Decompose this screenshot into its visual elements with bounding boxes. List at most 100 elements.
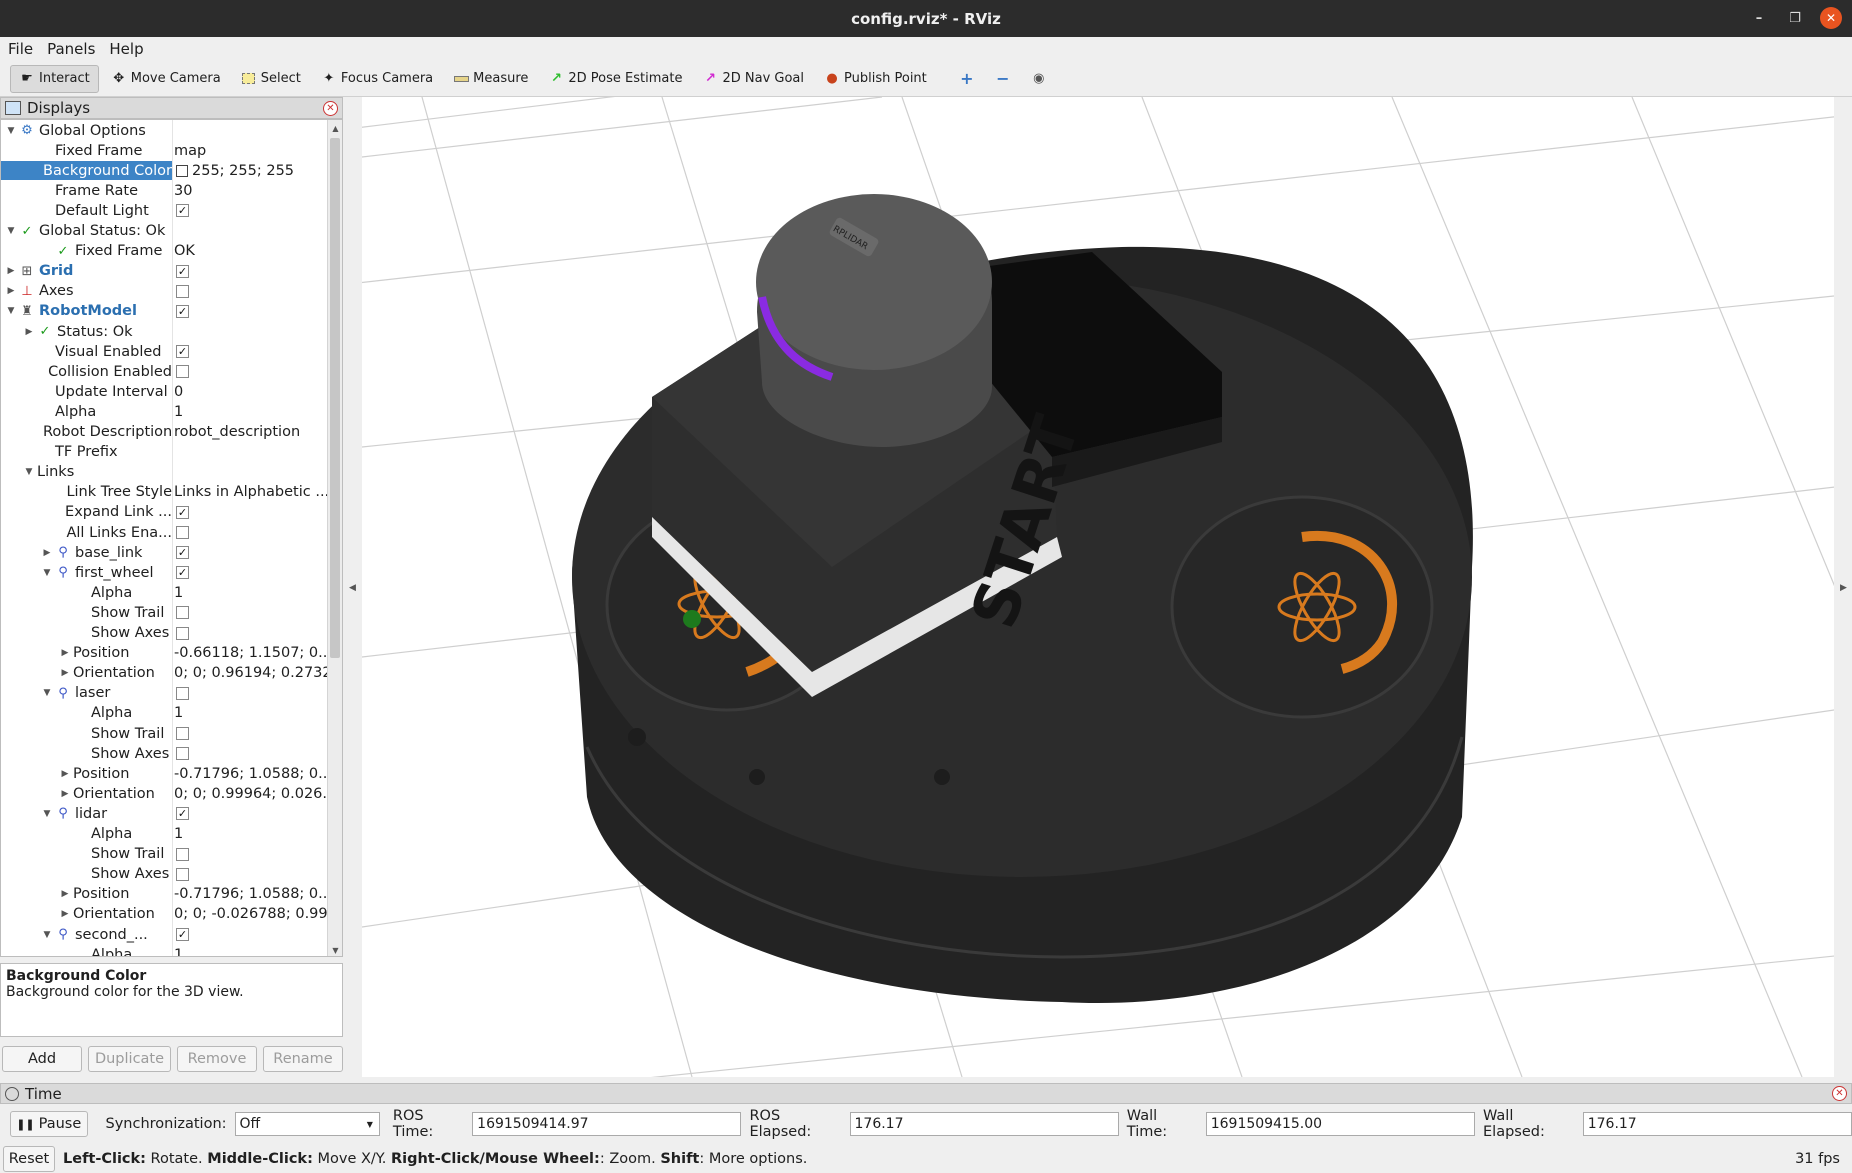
tree-row[interactable]: Alpha 1 — [1, 704, 327, 723]
property-name-cell[interactable]: Robot Description — [1, 423, 172, 442]
checkbox-unchecked[interactable] — [176, 626, 189, 640]
menu-panels[interactable]: Panels — [47, 40, 95, 58]
tree-row[interactable]: Update Interval 0 — [1, 382, 327, 401]
tree-row[interactable]: Show Trail — [1, 845, 327, 864]
expand-right-icon[interactable]: ▶ — [59, 668, 71, 678]
tree-row[interactable]: All Links Ena... — [1, 523, 327, 542]
property-value-cell[interactable] — [174, 744, 327, 763]
property-name-cell[interactable]: ▼ ♜ RobotModel — [1, 302, 172, 321]
property-value-cell[interactable]: ✓ — [174, 563, 327, 582]
property-name-cell[interactable]: ▶ Orientation — [1, 664, 172, 683]
property-value-cell[interactable] — [174, 845, 327, 864]
property-value-cell[interactable]: ✓ — [174, 925, 327, 944]
property-name-cell[interactable]: Collision Enabled — [1, 362, 172, 381]
property-value-cell[interactable] — [174, 443, 327, 462]
menu-file[interactable]: File — [8, 40, 33, 58]
rename-button[interactable]: Rename — [263, 1046, 343, 1072]
checkbox-unchecked[interactable] — [176, 867, 189, 881]
tree-row[interactable]: ▶ Orientation 0; 0; 0.99964; 0.026... — [1, 784, 327, 803]
tree-row[interactable]: ▼ ⚲ lidar ✓ — [1, 804, 327, 823]
tree-row[interactable]: Alpha 1 — [1, 402, 327, 421]
property-value-cell[interactable]: ✓ — [174, 201, 327, 220]
publish-point-tool-button[interactable]: ● Publish Point — [816, 65, 935, 93]
property-name-cell[interactable]: All Links Ena... — [1, 523, 172, 542]
panel-close-icon[interactable]: ✕ — [323, 101, 338, 116]
property-name-cell[interactable]: Update Interval — [1, 382, 172, 401]
property-value-cell[interactable]: 1 — [174, 402, 327, 421]
sync-select[interactable]: Off ▼ — [234, 1112, 380, 1136]
property-name-cell[interactable]: Alpha — [1, 583, 172, 602]
menu-help[interactable]: Help — [109, 40, 143, 58]
property-name-cell[interactable]: Show Axes — [1, 624, 172, 643]
tree-row[interactable]: ▼ ⚲ first_wheel ✓ — [1, 563, 327, 582]
pose-estimate-tool-button[interactable]: ↗ 2D Pose Estimate — [540, 65, 690, 93]
tree-row[interactable]: Frame Rate 30 — [1, 181, 327, 200]
tree-row[interactable]: ▶ ⚲ base_link ✓ — [1, 543, 327, 562]
property-value-cell[interactable] — [174, 684, 327, 703]
displays-tree[interactable]: ▼ ⚙ Global Options Fixed Frame map Background… — [0, 119, 343, 957]
property-name-cell[interactable]: ▶ Position — [1, 885, 172, 904]
property-name-cell[interactable]: ▶ Position — [1, 644, 172, 663]
checkbox-unchecked[interactable] — [176, 606, 189, 620]
property-name-cell[interactable]: Default Light — [1, 201, 172, 220]
checkbox-unchecked[interactable] — [176, 847, 189, 861]
property-value-cell[interactable]: 0; 0; 0.96194; 0.27327 — [174, 664, 327, 683]
property-name-cell[interactable]: Show Trail — [1, 603, 172, 622]
property-value-cell[interactable]: 1 — [174, 704, 327, 723]
checkbox-checked[interactable]: ✓ — [176, 546, 189, 560]
tree-row[interactable]: Collision Enabled — [1, 362, 327, 381]
remove-button[interactable]: Remove — [177, 1046, 257, 1072]
scroll-thumb[interactable] — [330, 138, 340, 658]
render-3d-view[interactable]: RPLIDAR START — [362, 97, 1834, 1077]
property-name-cell[interactable]: ▼ ⚙ Global Options — [1, 121, 172, 140]
property-value-cell[interactable] — [174, 624, 327, 643]
property-value-cell[interactable] — [174, 282, 327, 301]
property-value-cell[interactable]: 255; 255; 255 — [174, 161, 327, 180]
move-camera-tool-button[interactable]: ✥ Move Camera — [103, 65, 229, 93]
property-value-cell[interactable]: 0; 0; 0.99964; 0.026... — [174, 784, 327, 803]
expand-down-icon[interactable]: ▼ — [23, 467, 35, 477]
property-value-cell[interactable] — [174, 222, 327, 241]
tree-row[interactable]: Alpha 1 — [1, 583, 327, 602]
property-name-cell[interactable]: Link Tree Style — [1, 483, 172, 502]
property-value-cell[interactable]: 1 — [174, 945, 327, 956]
pause-button[interactable]: ❚❚ Pause — [10, 1111, 88, 1137]
property-name-cell[interactable]: ▼ ⚲ first_wheel — [1, 563, 172, 582]
property-name-cell[interactable]: Alpha — [1, 825, 172, 844]
property-name-cell[interactable]: Background Color — [1, 161, 172, 181]
tree-row[interactable]: ▼ ✓ Global Status: Ok — [1, 222, 327, 241]
checkbox-unchecked[interactable] — [176, 365, 189, 379]
checkbox-checked[interactable]: ✓ — [176, 304, 189, 318]
checkbox-checked[interactable]: ✓ — [176, 928, 189, 941]
scroll-down-icon[interactable]: ▼ — [328, 942, 342, 956]
property-name-cell[interactable]: ▶ Position — [1, 764, 172, 783]
add-tool-button[interactable]: + — [953, 65, 985, 93]
expand-right-icon[interactable]: ▶ — [23, 327, 35, 337]
property-name-cell[interactable]: Expand Link ... — [1, 503, 172, 522]
color-swatch[interactable] — [176, 164, 188, 177]
property-name-cell[interactable]: ▶ Orientation — [1, 905, 172, 924]
tree-row[interactable]: Show Axes — [1, 624, 327, 643]
property-value-cell[interactable] — [174, 362, 327, 381]
view-options-button[interactable]: ◉ — [1025, 65, 1057, 93]
checkbox-unchecked[interactable] — [176, 747, 189, 761]
property-value-cell[interactable]: ✓ — [174, 342, 327, 361]
tree-scrollbar[interactable]: ▲ ▼ — [327, 120, 342, 956]
property-name-cell[interactable]: TF Prefix — [1, 443, 172, 462]
tree-row[interactable]: ▼ ♜ RobotModel ✓ — [1, 302, 327, 321]
tree-row[interactable]: TF Prefix — [1, 443, 327, 462]
property-value-cell[interactable]: 1 — [174, 583, 327, 602]
tree-row[interactable]: ▼ Links — [1, 463, 327, 482]
expand-down-icon[interactable]: ▼ — [41, 930, 53, 940]
property-value-cell[interactable] — [174, 523, 327, 542]
property-name-cell[interactable]: Visual Enabled — [1, 342, 172, 361]
property-value-cell[interactable] — [174, 865, 327, 884]
wall-elapsed-field[interactable]: 176.17 — [1582, 1112, 1852, 1136]
tree-row[interactable]: Background Color 255; 255; 255 — [1, 161, 327, 181]
checkbox-unchecked[interactable] — [176, 284, 189, 298]
tree-row[interactable]: ▶ Position -0.66118; 1.1507; 0.... — [1, 644, 327, 663]
property-name-cell[interactable]: ▼ Links — [1, 463, 172, 482]
expand-right-icon[interactable]: ▶ — [5, 286, 17, 296]
maximize-icon[interactable]: ❐ — [1784, 7, 1806, 29]
property-value-cell[interactable]: ✓ — [174, 543, 327, 562]
